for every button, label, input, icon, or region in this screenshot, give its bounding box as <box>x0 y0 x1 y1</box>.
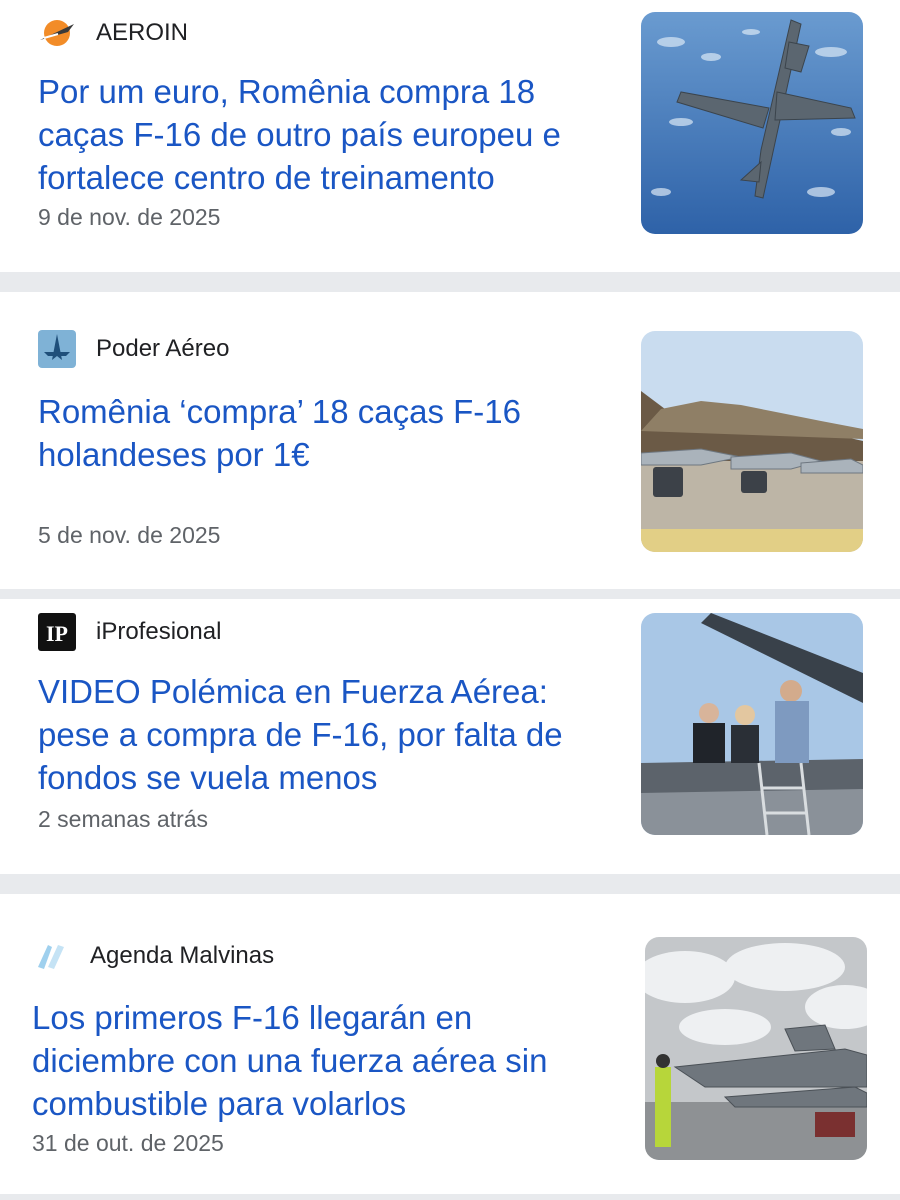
iprofesional-logo-icon: IP <box>38 613 76 651</box>
card-divider <box>0 272 900 292</box>
article-card[interactable]: Agenda Malvinas Los primeros F-16 llegar… <box>0 894 900 1200</box>
article-card[interactable]: AEROIN Por um euro, Romênia compra 18 ca… <box>0 0 900 272</box>
article-date: 31 de out. de 2025 <box>32 1130 224 1156</box>
agenda-malvinas-logo-icon <box>32 937 70 975</box>
card-divider <box>0 1194 900 1200</box>
article-card[interactable]: Poder Aéreo Romênia ‘compra’ 18 caças F-… <box>0 292 900 589</box>
source-name: Poder Aéreo <box>96 335 230 362</box>
article-title[interactable]: Por um euro, Romênia compra 18 caças F-1… <box>38 70 608 199</box>
f16-cloudy-tarmac-image[interactable] <box>645 937 867 1160</box>
svg-text:IP: IP <box>46 621 68 646</box>
article-title[interactable]: VIDEO Polémica en Fuerza Aérea: pese a c… <box>38 670 608 799</box>
article-title[interactable]: Los primeros F-16 llegarán en diciembre … <box>32 996 602 1125</box>
card-divider <box>0 874 900 894</box>
poder-aereo-logo-icon <box>38 330 76 368</box>
source-name: iProfesional <box>96 618 222 645</box>
people-near-f16-image[interactable] <box>641 613 863 835</box>
source-name: AEROIN <box>96 19 189 46</box>
article-date: 9 de nov. de 2025 <box>38 204 221 230</box>
source-name: Agenda Malvinas <box>90 942 275 969</box>
article-source: Poder Aéreo <box>38 330 229 368</box>
article-title[interactable]: Romênia ‘compra’ 18 caças F-16 holandese… <box>38 390 608 476</box>
article-source: IP iProfesional <box>38 613 221 651</box>
article-card[interactable]: IP iProfesional VIDEO Polémica en Fuerza… <box>0 599 900 874</box>
article-date: 2 semanas atrás <box>38 806 209 832</box>
article-source: AEROIN <box>38 14 188 52</box>
card-divider <box>0 589 900 599</box>
article-source: Agenda Malvinas <box>32 937 274 975</box>
f16-over-sea-image[interactable] <box>641 12 863 234</box>
f16-hangar-row-image[interactable] <box>641 331 863 552</box>
aeroin-logo-icon <box>38 14 76 52</box>
article-date: 5 de nov. de 2025 <box>38 522 221 548</box>
